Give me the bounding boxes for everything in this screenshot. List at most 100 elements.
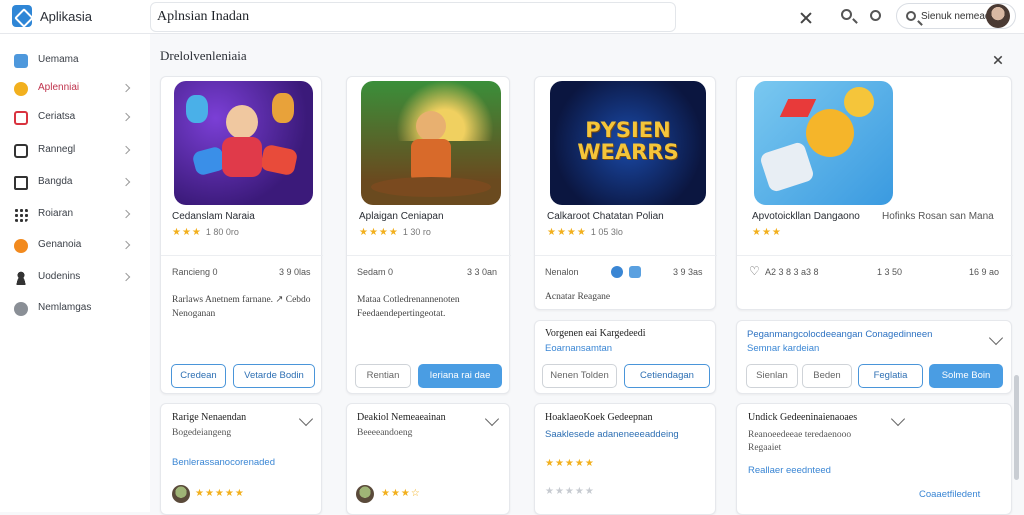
sidebar: Uemama Aplenniai Ceriatsa Rannegl Bangda… [0, 34, 150, 512]
game-meta-mid: 1 3 50 [877, 267, 903, 277]
game-meta-right: 3 9 0las [279, 267, 311, 277]
close-icon[interactable] [992, 54, 1004, 66]
expand-icon[interactable] [484, 411, 500, 427]
vertical-scrollbar[interactable] [1014, 375, 1019, 480]
review-title: Rarige Nenaendan [172, 412, 247, 423]
star-rating: ★★★★★ [195, 488, 245, 499]
details-button[interactable]: Rentian [355, 364, 411, 388]
chevron-right-icon [121, 177, 131, 187]
game-banner-text: PYSIEN WEARRS [577, 118, 679, 164]
app-title: Aplikasia [40, 9, 93, 24]
star-badge-icon [14, 239, 28, 253]
divider [347, 255, 511, 256]
expand-icon[interactable] [988, 330, 1004, 346]
review-subtitle: Regaaiet [748, 443, 782, 453]
star-rating: ★★★ 1 80 0ro [172, 227, 239, 238]
action-link[interactable]: Coaaetfiledent [919, 489, 980, 500]
globe-icon [14, 302, 28, 316]
outline-button[interactable]: Feglatia [858, 364, 923, 388]
alert-icon [14, 82, 28, 96]
game-card[interactable]: Cedanslam Naraia ★★★ 1 80 0ro Rancieng 0 … [160, 76, 323, 394]
star-rating: ★★★☆ [381, 488, 421, 499]
game-art-image[interactable] [361, 81, 501, 205]
star-rating: ★★★★ 1 05 3lo [547, 227, 623, 238]
sidebar-item-documents[interactable]: Bangda [10, 172, 140, 194]
primary-button[interactable]: Solme Boin [929, 364, 1003, 388]
review-card[interactable]: Deakiol Nemeaeainan Beeeeandoeng ★★★☆ [346, 403, 510, 515]
sidebar-item-genre[interactable]: Genanoia [10, 235, 140, 257]
favorite-icon[interactable]: ♡ [749, 264, 760, 278]
divider [535, 255, 717, 256]
sidebar-item-label: Roiaran [38, 208, 74, 219]
expand-icon[interactable] [298, 411, 314, 427]
review-card[interactable]: HoaklaeoKoek Gedeepnan Saaklesede adanen… [534, 403, 716, 515]
share-icon[interactable] [629, 266, 641, 278]
info-link[interactable]: Peganmangcolocdeeangan Conagedinneen [747, 329, 932, 340]
secondary-button[interactable]: Sienlan [746, 364, 798, 388]
game-meta-left: A2 3 8 3 a3 8 [765, 267, 819, 277]
chevron-right-icon [121, 209, 131, 219]
info-link[interactable]: Eoarnansamtan [545, 343, 612, 354]
game-title[interactable]: Calkaroot Chatatan Polian [547, 211, 664, 222]
game-description: Rarlaws Anetnem farnane. ↗ Cebdo Nenogan… [172, 295, 311, 319]
sidebar-item-label: Bangda [38, 176, 73, 187]
notification-icon[interactable] [868, 8, 884, 24]
sidebar-item-grid[interactable]: Roiaran [10, 204, 140, 226]
chevron-right-icon [121, 112, 131, 122]
app-logo-icon[interactable] [12, 5, 32, 27]
star-rating-empty: ★★★★★ [545, 486, 595, 497]
secondary-button[interactable]: Nenen Tolden [542, 364, 617, 388]
game-title[interactable]: Apvotoickllan Dangaono [752, 211, 860, 222]
game-card[interactable]: PYSIEN WEARRS Calkaroot Chatatan Polian … [534, 76, 717, 310]
gallery-icon [14, 111, 28, 125]
details-button[interactable]: Credean [171, 364, 226, 388]
review-link[interactable]: Reallaer eeednteed [748, 465, 831, 476]
game-meta-left: Rancieng 0 [172, 267, 218, 277]
chevron-right-icon [121, 145, 131, 155]
sidebar-item-home[interactable]: Uemama [10, 50, 140, 72]
game-card[interactable]: Aplaigan Ceniapan ★★★★ 1 30 ro Sedam 0 3 … [346, 76, 511, 394]
platform-icon [611, 266, 623, 278]
divider [161, 255, 323, 256]
sidebar-item-language[interactable]: Nemlamgas [10, 298, 140, 320]
chevron-right-icon [121, 272, 131, 282]
chevron-right-icon [121, 240, 131, 250]
game-card[interactable]: Apvotoickllan Dangaono Hofinks Rosan san… [736, 76, 1013, 310]
game-meta-left: Sedam 0 [357, 267, 394, 277]
review-card[interactable]: Undick Gedeeninaienaoaes Reanoeedeeae te… [736, 403, 1012, 515]
book-icon [14, 144, 28, 158]
game-art-image[interactable] [754, 81, 893, 205]
sidebar-item-label: Nemlamgas [38, 302, 92, 313]
sidebar-item-apps[interactable]: Aplenniai [10, 78, 140, 100]
info-card[interactable]: Peganmangcolocdeeangan Conagedinneen Sem… [736, 320, 1012, 394]
info-link[interactable]: Semnar kardeian [747, 343, 819, 354]
review-subtitle: Bogedeiangeng [172, 428, 232, 438]
sidebar-item-label: Genanoia [38, 239, 82, 250]
expand-icon[interactable] [890, 411, 906, 427]
clear-search-icon[interactable] [798, 10, 814, 26]
install-button[interactable]: Ieriana rai dae [418, 364, 502, 388]
avatar[interactable] [986, 4, 1010, 28]
search-input[interactable] [157, 8, 637, 26]
game-art-image[interactable]: PYSIEN WEARRS [550, 81, 706, 205]
game-title[interactable]: Aplaigan Ceniapan [359, 211, 444, 222]
review-subtitle: Reanoeedeeae teredaenooo [748, 430, 852, 440]
game-art-image[interactable] [174, 81, 313, 205]
review-link[interactable]: Saaklesede adaneneeeaddeing [545, 429, 679, 440]
review-link[interactable]: Benlerassanocorenaded [172, 457, 275, 468]
install-button[interactable]: Vetarde Bodin [233, 364, 315, 388]
game-description: Mataa Cotledrenannenoten Feedaendepertin… [357, 295, 460, 319]
primary-outline-button[interactable]: Cetiendagan [624, 364, 710, 388]
sidebar-item-gallery[interactable]: Ceriatsa [10, 107, 140, 129]
sidebar-item-library[interactable]: Rannegl [10, 140, 140, 162]
review-card[interactable]: Rarige Nenaendan Bogedeiangeng Benlerass… [160, 403, 322, 515]
main-search-bar[interactable] [150, 2, 676, 32]
info-card[interactable]: Vorgenen eai Kargedeedi Eoarnansamtan Ne… [534, 320, 716, 394]
game-title[interactable]: Cedanslam Naraia [172, 211, 255, 222]
info-title: Vorgenen eai Kargedeedi [545, 328, 646, 339]
sidebar-item-users[interactable]: Uodenins [10, 267, 140, 289]
document-icon [14, 176, 28, 190]
search-icon[interactable] [840, 8, 856, 24]
user-icon [14, 271, 28, 285]
secondary-button[interactable]: Beden [802, 364, 852, 388]
